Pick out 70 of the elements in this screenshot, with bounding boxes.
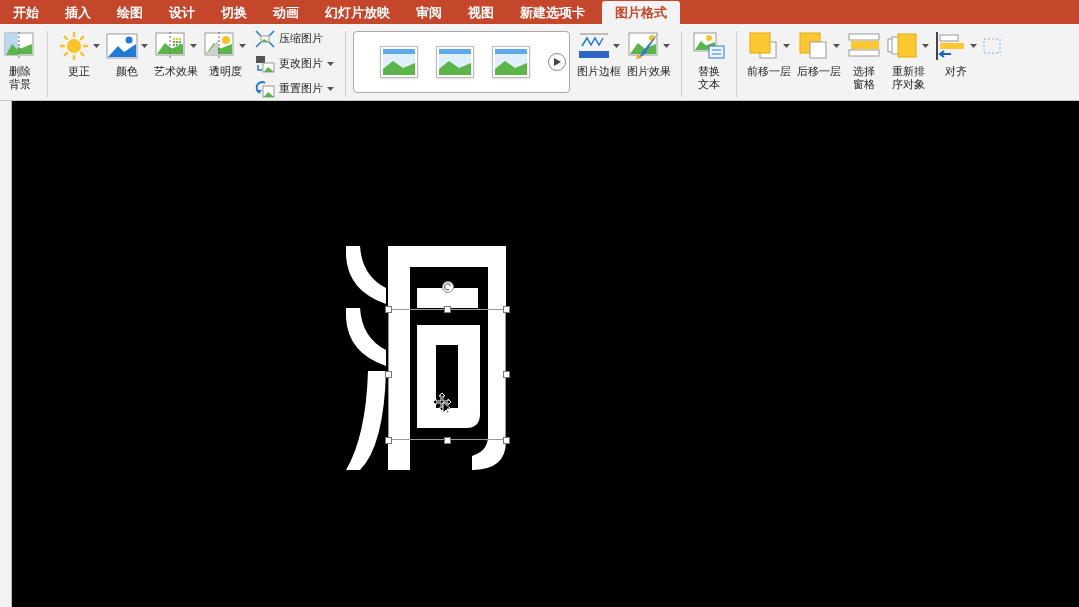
ribbon-tab[interactable]: 开始 <box>0 1 52 24</box>
caret-icon <box>970 44 977 48</box>
picture-style-thumbnail[interactable] <box>492 46 530 78</box>
bring-forward-icon <box>748 32 780 60</box>
ribbon-button[interactable]: 艺术效果 <box>151 31 201 78</box>
play-icon <box>553 58 561 66</box>
sun-icon <box>58 32 90 60</box>
ribbon-button[interactable]: 后移一层 <box>794 31 844 78</box>
resize-handle[interactable] <box>444 306 451 313</box>
compress-picture-icon <box>255 30 275 48</box>
rotate-handle-icon[interactable] <box>442 281 454 293</box>
caret-icon <box>190 44 197 48</box>
resize-handle[interactable] <box>503 371 510 378</box>
ribbon-button[interactable]: 更正 <box>55 31 103 78</box>
ribbon-button[interactable]: 删除背景 <box>0 31 40 91</box>
ribbon-tab[interactable]: 幻灯片放映 <box>312 1 403 24</box>
ribbon-small-button[interactable]: 重置图片 <box>255 78 334 100</box>
caret-icon <box>239 44 246 48</box>
picture-icon <box>155 32 187 60</box>
caret-icon <box>922 44 929 48</box>
picture-brush-icon <box>628 32 660 60</box>
ribbon-small-button[interactable]: 更改图片 <box>255 53 334 75</box>
ribbon-tab[interactable]: 切换 <box>208 1 260 24</box>
alt-text-icon <box>693 32 725 60</box>
resize-handle[interactable] <box>503 437 510 444</box>
ribbon-button[interactable]: 图片边框 <box>574 31 624 78</box>
picture-border-icon <box>578 32 610 60</box>
picture-style-thumbnail[interactable] <box>380 46 418 78</box>
align-icon <box>935 32 967 60</box>
ribbon-button[interactable]: 对齐 <box>932 31 980 78</box>
ribbon-button[interactable]: 透明度 <box>201 31 249 78</box>
reset-picture-icon <box>255 80 275 98</box>
caret-icon <box>93 44 100 48</box>
ribbon-button[interactable]: 颜色 <box>103 31 151 78</box>
picture-icon <box>4 32 36 60</box>
ribbon-tab[interactable]: 视图 <box>455 1 507 24</box>
caret-icon <box>141 44 148 48</box>
resize-handle[interactable] <box>385 371 392 378</box>
caret-icon <box>613 44 620 48</box>
caret-icon <box>327 87 334 91</box>
caret-icon <box>783 44 790 48</box>
resize-handle[interactable] <box>444 437 451 444</box>
picture-icon <box>106 32 138 60</box>
resize-handle[interactable] <box>385 306 392 313</box>
ribbon-button[interactable]: 替换文本 <box>689 31 729 91</box>
picture-icon <box>204 32 236 60</box>
resize-handle[interactable] <box>503 306 510 313</box>
resize-handle[interactable] <box>385 437 392 444</box>
ribbon-tab[interactable]: 新建选项卡 <box>507 1 598 24</box>
group-icon <box>983 38 1001 54</box>
ribbon-button[interactable]: 重新排序对象 <box>884 31 932 91</box>
picture-style-thumbnail[interactable] <box>436 46 474 78</box>
gallery-more-button[interactable] <box>548 53 566 71</box>
ribbon-tab[interactable]: 审阅 <box>403 1 455 24</box>
ribbon-tab[interactable]: 图片格式 <box>602 1 680 24</box>
send-backward-icon <box>798 32 830 60</box>
change-picture-icon <box>255 55 275 73</box>
ribbon-small-button[interactable]: 压缩图片 <box>255 28 334 50</box>
ribbon-tab[interactable]: 绘图 <box>104 1 156 24</box>
ribbon-button[interactable]: 选择窗格 <box>844 31 884 91</box>
caret-icon <box>833 44 840 48</box>
caret-icon <box>327 62 334 66</box>
reorder-objects-icon <box>887 32 919 60</box>
ribbon-button[interactable]: 前移一层 <box>744 31 794 78</box>
caret-icon <box>663 44 670 48</box>
selection-pane-icon <box>848 32 880 60</box>
ribbon-tab[interactable]: 设计 <box>156 1 208 24</box>
ribbon-tab[interactable]: 插入 <box>52 1 104 24</box>
ribbon-button[interactable]: 图片效果 <box>624 31 674 78</box>
ribbon-tab[interactable]: 动画 <box>260 1 312 24</box>
